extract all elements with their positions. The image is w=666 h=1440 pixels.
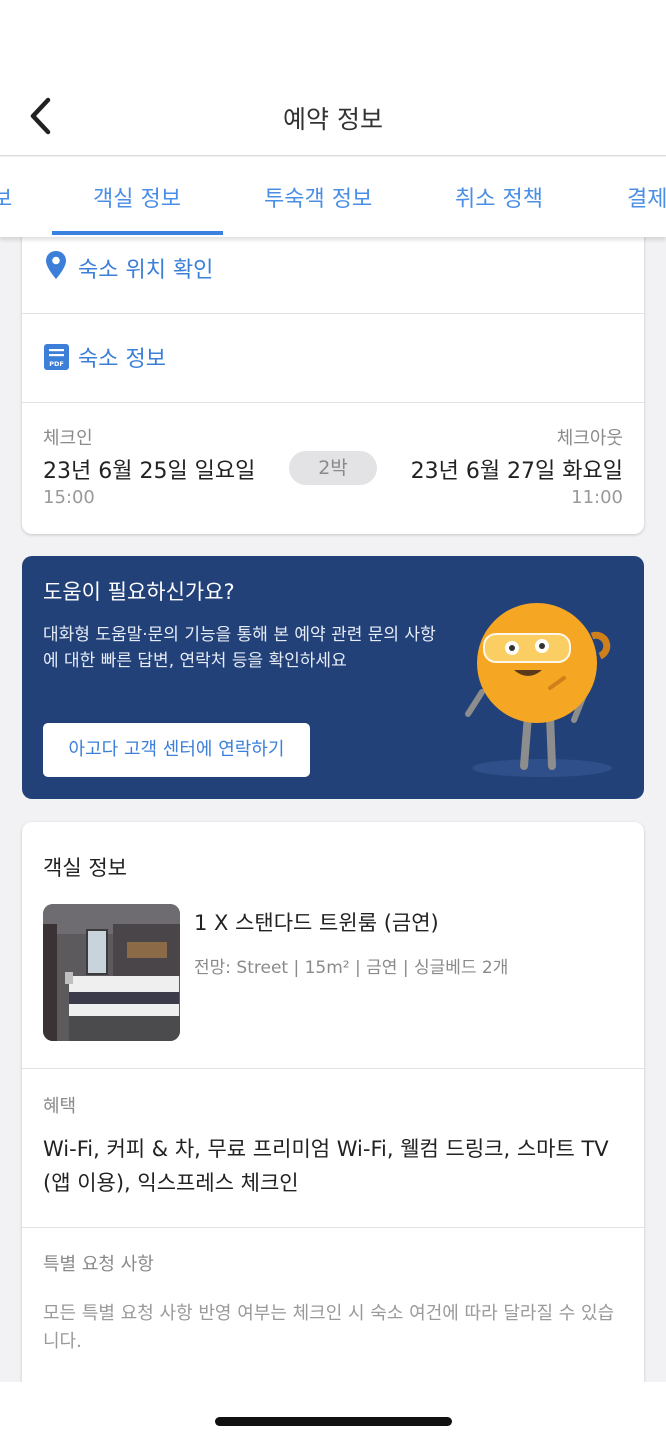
room-info-card: 객실 정보 1 X 스탠다드 트윈룸 (금연) 전망: Street | 15m…	[22, 822, 644, 1382]
help-banner: 도움이 필요하신가요? 대화형 도움말·문의 기능을 통해 본 예약 관련 문의…	[22, 556, 644, 799]
pdf-document-icon: PDF	[44, 344, 69, 370]
tab-summary[interactable]: 보	[0, 181, 12, 213]
checkout-date: 23년 6월 27일 화요일	[410, 459, 623, 484]
home-indicator-area	[0, 1382, 666, 1440]
checkin-time: 15:00	[43, 487, 95, 508]
reservation-summary-card: 숙소 위치 확인 PDF 숙소 정보 체크인 23년 6월 25일 일요일 15…	[22, 226, 644, 534]
checkout-label: 체크아웃	[556, 428, 623, 449]
room-photo-image	[43, 904, 180, 1041]
checkin-label: 체크인	[43, 428, 93, 449]
room-details: 전망: Street | 15m² | 금연 | 싱글베드 2개	[194, 958, 509, 978]
support-mascot-illustration	[465, 603, 612, 777]
checkout-time: 11:00	[571, 487, 623, 508]
status-bar-area	[0, 0, 666, 76]
page-title: 예약 정보	[283, 105, 383, 134]
nights-badge: 2박	[289, 451, 377, 485]
divider	[22, 1227, 644, 1228]
help-description: 대화형 도움말·문의 기능을 통해 본 예약 관련 문의 사항에 대한 빠른 답…	[43, 625, 436, 671]
room-photo[interactable]	[43, 904, 180, 1041]
top-nav-bar: 예약 정보	[0, 76, 666, 156]
home-indicator[interactable]	[215, 1417, 452, 1426]
tab-room-info[interactable]: 객실 정보	[93, 181, 181, 213]
property-location-row[interactable]: 숙소 위치 확인	[22, 226, 644, 314]
help-title: 도움이 필요하신가요?	[43, 580, 235, 604]
section-tabs: 보 객실 정보 투숙객 정보 취소 정책 결제	[0, 157, 666, 237]
room-section-title: 객실 정보	[43, 856, 127, 880]
tab-guest-info[interactable]: 투숙객 정보	[264, 181, 372, 213]
property-info-link[interactable]: 숙소 정보	[78, 341, 166, 373]
tab-payment[interactable]: 결제	[627, 181, 666, 213]
divider	[22, 1068, 644, 1069]
map-pin-icon	[46, 251, 66, 279]
benefits-text: Wi-Fi, 커피 & 차, 무료 프리미엄 Wi-Fi, 웰컴 드링크, 스마…	[43, 1137, 609, 1195]
property-info-row[interactable]: PDF 숙소 정보	[22, 314, 644, 403]
benefits-label: 혜택	[43, 1096, 77, 1117]
active-tab-indicator	[52, 231, 223, 235]
contact-support-button[interactable]: 아고다 고객 센터에 연락하기	[43, 723, 310, 777]
special-requests-text: 모든 특별 요청 사항 반영 여부는 체크인 시 숙소 여건에 따라 달라질 수…	[43, 1303, 615, 1352]
property-location-link[interactable]: 숙소 위치 확인	[78, 252, 213, 284]
pdf-icon-label: PDF	[49, 360, 64, 368]
checkin-date: 23년 6월 25일 일요일	[43, 459, 256, 484]
room-name: 1 X 스탠다드 트윈룸 (금연)	[194, 911, 439, 935]
tab-cancellation-policy[interactable]: 취소 정책	[455, 181, 543, 213]
special-requests-label: 특별 요청 사항	[43, 1254, 154, 1275]
